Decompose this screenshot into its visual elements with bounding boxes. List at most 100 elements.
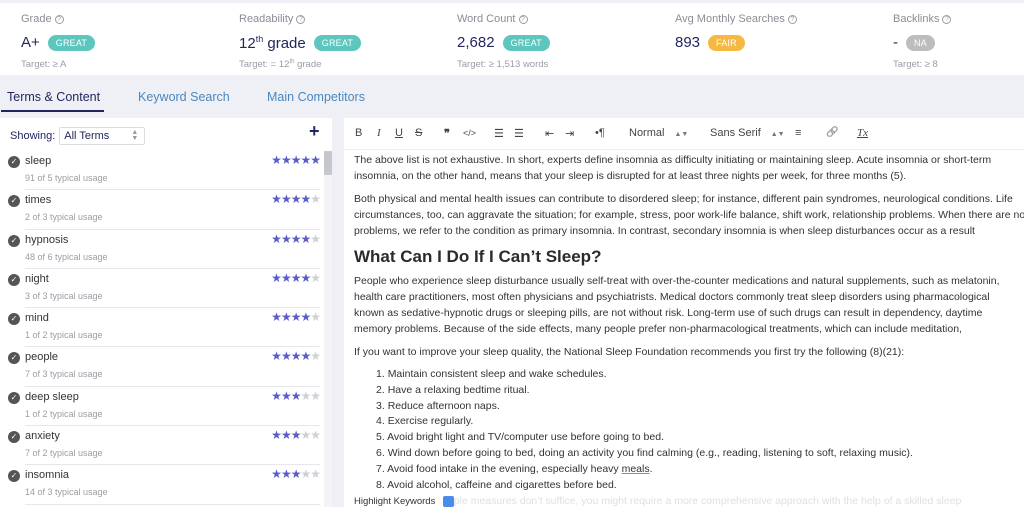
status-badge: NA [906, 34, 935, 51]
check-circle-icon: ✓ [8, 470, 20, 483]
metric-target: Target: = 12th grade [239, 59, 322, 71]
help-icon[interactable]: ? [54, 15, 64, 24]
align-icon[interactable]: ≡ [795, 127, 801, 139]
check-circle-icon: ✓ [8, 195, 20, 208]
blockquote-icon[interactable]: ❞ [444, 127, 450, 140]
term-name: insomnia [25, 469, 70, 482]
star-icon: ★ [300, 153, 311, 167]
strikethrough-button[interactable]: S [415, 127, 422, 139]
term-name: deep sleep [25, 390, 79, 403]
star-icon: ★ [310, 349, 321, 364]
term-item[interactable]: ✓ anxiety 7 of 2 typical usage ★★★★★ [0, 426, 324, 466]
term-usage: 2 of 3 typical usage [25, 212, 103, 223]
term-item[interactable]: ✓ night 3 of 3 typical usage ★★★★★ [0, 269, 324, 309]
star-icon: ★ [280, 310, 292, 325]
star-icon: ★ [271, 388, 282, 403]
tab-bar: Terms & Content Keyword Search Main Comp… [0, 82, 1024, 112]
term-item[interactable]: ✓ mind 1 of 2 typical usage ★★★★★ [0, 308, 324, 348]
underline-button[interactable]: U [395, 127, 403, 139]
status-badge: GREAT [502, 34, 550, 51]
spellcheck-word: meals [621, 462, 650, 475]
metric-label: Backlinks [893, 13, 940, 25]
tab-keyword-search[interactable]: Keyword Search [138, 90, 230, 104]
star-icon: ★ [290, 231, 302, 246]
help-icon[interactable]: ? [787, 15, 797, 24]
divider [25, 503, 320, 505]
term-usage: 1 of 2 typical usage [25, 408, 103, 419]
star-icon: ★ [310, 153, 321, 167]
star-icon: ★ [280, 153, 292, 167]
link-icon[interactable]: 🔗 [826, 127, 838, 138]
star-icon: ★ [310, 310, 321, 325]
list-item: 4. Exercise regularly. [376, 415, 474, 428]
scrollbar-thumb[interactable] [324, 151, 332, 175]
term-item[interactable]: ✓ deep sleep 1 of 2 typical usage ★★★★★ [0, 387, 324, 427]
tab-terms-content[interactable]: Terms & Content [0, 90, 105, 112]
check-circle-icon: ✓ [8, 391, 20, 404]
term-rating: ★★★★★ [271, 467, 321, 481]
check-circle-icon: ✓ [8, 273, 20, 286]
star-icon: ★ [271, 349, 282, 364]
metric-label: Avg Monthly Searches [675, 13, 785, 25]
heading-select[interactable]: Normal ▲▼ [629, 127, 688, 139]
bold-button[interactable]: B [355, 127, 362, 139]
paragraph: The above list is not exhaustive. In sho… [354, 154, 992, 182]
star-icon: ★ [271, 428, 282, 443]
code-icon[interactable]: </> [463, 128, 476, 138]
font-select[interactable]: Sans Serif ▲▼ [710, 127, 785, 139]
faded-paragraph: However, if those simple measures don’t … [354, 495, 962, 507]
terms-filter-select[interactable]: All Terms ▲ ▼ [59, 127, 146, 145]
help-icon[interactable]: ? [518, 15, 528, 24]
term-item[interactable]: ✓ times 2 of 3 typical usage ★★★★★ [0, 190, 324, 230]
star-icon: ★ [300, 349, 311, 364]
term-name: times [25, 194, 52, 207]
highlight-checkbox[interactable] [443, 496, 455, 507]
star-icon: ★ [300, 192, 311, 207]
term-item[interactable]: ✓ insomnia 14 of 3 typical usage ★★★★★ [0, 465, 324, 505]
paragraph: People who experience sleep disturbance … [354, 275, 1000, 335]
term-item[interactable]: ✓ sleep 91 of 5 typical usage ★★★★★ [0, 151, 324, 191]
help-icon[interactable]: ? [942, 15, 952, 24]
star-icon: ★ [280, 270, 292, 285]
term-rating: ★★★★★ [271, 349, 321, 364]
star-icon: ★ [300, 231, 311, 246]
clear-format-icon[interactable]: Tx [857, 127, 868, 139]
tab-main-competitors[interactable]: Main Competitors [267, 90, 365, 104]
add-term-button[interactable]: + [309, 121, 320, 142]
indent-icon[interactable]: ⇥ [565, 127, 574, 140]
highlight-keywords-label: Highlight Keywords [354, 496, 436, 507]
metrics-bar: Grade? A+ GREAT Target: ≥ A Readability? … [0, 3, 1024, 75]
star-icon: ★ [300, 428, 311, 443]
star-icon: ★ [280, 349, 292, 364]
term-name: hypnosis [25, 233, 69, 246]
bullet-list-icon[interactable]: ☰ [514, 127, 524, 140]
star-icon: ★ [290, 388, 302, 403]
term-rating: ★★★★★ [271, 388, 321, 403]
editor-content[interactable]: The above list is not exhaustive. In sho… [354, 152, 1024, 507]
text-direction-icon[interactable]: •¶ [595, 127, 605, 139]
metric-value: - [893, 34, 898, 51]
outdent-icon[interactable]: ⇤ [545, 127, 554, 140]
term-name: people [25, 351, 59, 364]
term-name: mind [25, 312, 49, 325]
metric-label: Readability [239, 13, 294, 25]
editor-toolbar: B I U S ❞ </> ☰ ☰ ⇤ ⇥ •¶ Normal ▲▼ Sans S… [344, 118, 1024, 150]
star-icon: ★ [310, 428, 321, 443]
star-icon: ★ [271, 270, 282, 285]
showing-label: Showing: [10, 130, 56, 142]
list-item: 3. Reduce afternoon naps. [376, 399, 500, 412]
list-item: 5. Avoid bright light and TV/computer us… [376, 431, 664, 444]
highlight-keywords-toggle[interactable]: Highlight Keywords [354, 496, 455, 507]
check-circle-icon: ✓ [8, 352, 20, 365]
terms-scrollbar[interactable] [324, 151, 332, 507]
term-item[interactable]: ✓ people 7 of 3 typical usage ★★★★★ [0, 347, 324, 387]
content-editor: B I U S ❞ </> ☰ ☰ ⇤ ⇥ •¶ Normal ▲▼ Sans S… [344, 118, 1024, 507]
ordered-list-icon[interactable]: ☰ [494, 127, 504, 140]
star-icon: ★ [300, 388, 311, 403]
italic-button[interactable]: I [377, 127, 381, 139]
help-icon[interactable]: ? [296, 15, 306, 24]
term-item[interactable]: ✓ hypnosis 48 of 6 typical usage ★★★★★ [0, 230, 324, 269]
metric-target: Target: ≥ 8 [893, 59, 938, 70]
term-name: night [25, 272, 49, 285]
check-circle-icon: ✓ [8, 313, 20, 326]
